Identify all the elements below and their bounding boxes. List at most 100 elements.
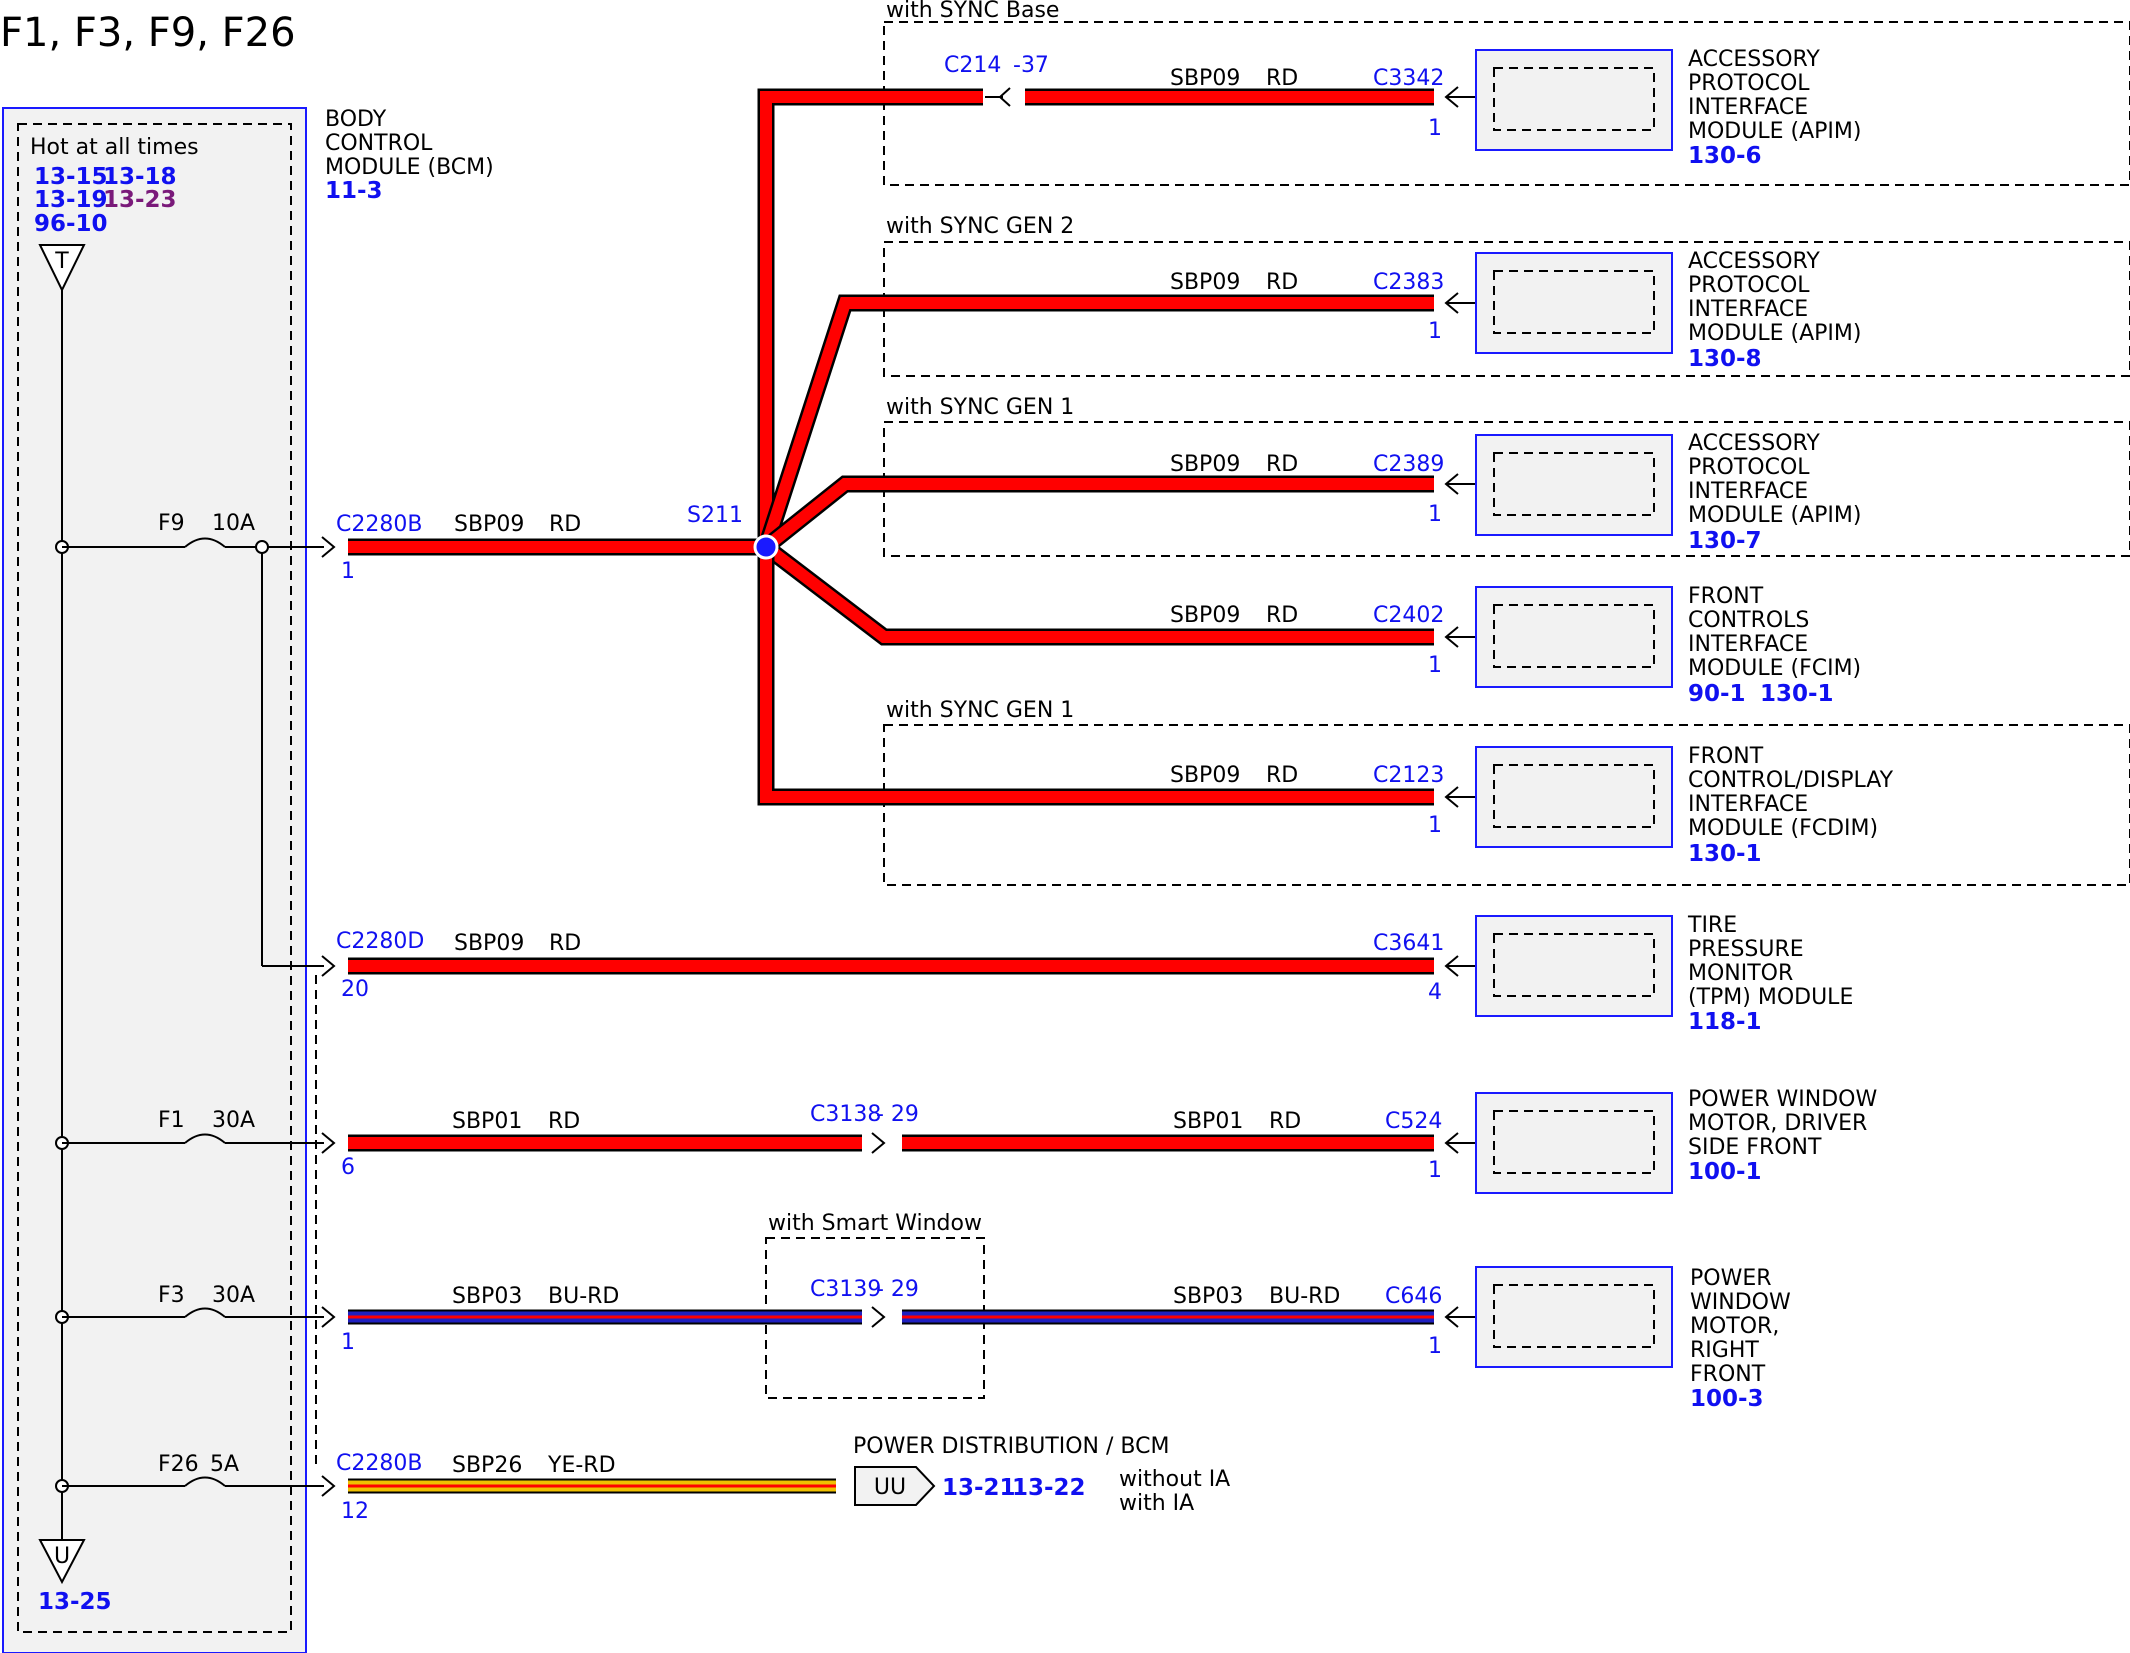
module-name-line: FRONT bbox=[1688, 744, 1764, 769]
connector-label[interactable]: C2402 bbox=[1373, 603, 1444, 628]
page-title: F1, F3, F9, F26 bbox=[0, 10, 296, 56]
module-box-fcim[interactable] bbox=[1475, 586, 1673, 688]
wire-color-label: RD bbox=[548, 1109, 580, 1134]
module-label-driver-window: POWER WINDOW MOTOR, DRIVER SIDE FRONT 10… bbox=[1688, 1087, 1877, 1185]
module-name-line: ACCESSORY bbox=[1688, 249, 1820, 274]
module-label-tpm: TIRE PRESSURE MONITOR (TPM) MODULE 118-1 bbox=[1687, 913, 1853, 1035]
module-box-fcdim[interactable] bbox=[1475, 746, 1673, 848]
module-name-line: MODULE (APIM) bbox=[1688, 503, 1861, 528]
splice-label[interactable]: S211 bbox=[687, 503, 743, 528]
circuit-label: SBP03 bbox=[452, 1284, 522, 1309]
wiring-diagram: F1, F3, F9, F26 Hot at all times 13-15 1… bbox=[0, 0, 2130, 1653]
wire-color-label: RD bbox=[1266, 66, 1298, 91]
module-page-ref[interactable]: 90-1 bbox=[1688, 681, 1746, 707]
inline-connector-label[interactable]: C214 bbox=[944, 53, 1001, 78]
bcm-ref-13-19[interactable]: 13-19 bbox=[34, 187, 108, 213]
pin-label: 1 bbox=[1428, 1334, 1442, 1359]
module-name-line: CONTROLS bbox=[1688, 608, 1809, 633]
fuse-name: F9 bbox=[158, 511, 185, 536]
module-page-ref[interactable]: 100-3 bbox=[1690, 1386, 1764, 1412]
module-label-apim-130-7: ACCESSORY PROTOCOL INTERFACE MODULE (API… bbox=[1688, 431, 1861, 554]
module-name-line: PROTOCOL bbox=[1688, 71, 1810, 96]
option-label-smart-window: with Smart Window bbox=[768, 1211, 982, 1236]
connector-label[interactable]: C646 bbox=[1385, 1284, 1442, 1309]
connector-label[interactable]: C2389 bbox=[1373, 452, 1444, 477]
wire-color-label: RD bbox=[1266, 452, 1298, 477]
bcm-pin-label: 12 bbox=[341, 1499, 369, 1524]
connector-label[interactable]: C3342 bbox=[1373, 66, 1444, 91]
module-box-driver-window[interactable] bbox=[1475, 1092, 1673, 1194]
destination-ref-13-22[interactable]: 13-22 bbox=[1012, 1475, 1086, 1501]
module-page-ref[interactable]: 100-1 bbox=[1688, 1159, 1762, 1185]
module-name-line: RIGHT bbox=[1690, 1338, 1759, 1363]
pin-label: 1 bbox=[1428, 116, 1442, 141]
bcm-ref-96-10[interactable]: 96-10 bbox=[34, 211, 108, 237]
bcm-connector-label[interactable]: C2280B bbox=[336, 1451, 422, 1476]
module-name-line: INTERFACE bbox=[1688, 479, 1808, 504]
bcm-connector-label[interactable]: C2280D bbox=[336, 929, 424, 954]
option-label-sync-base: with SYNC Base bbox=[886, 0, 1059, 23]
connector-label[interactable]: C2383 bbox=[1373, 270, 1444, 295]
module-name-line: MODULE (APIM) bbox=[1688, 119, 1861, 144]
bcm-connector-label[interactable]: C2280B bbox=[336, 512, 422, 537]
destination-note: with IA bbox=[1119, 1491, 1194, 1516]
splice-tree-wires bbox=[348, 88, 1434, 806]
pin-label: 1 bbox=[1428, 319, 1442, 344]
inline-connector-label[interactable]: C3138 bbox=[810, 1102, 881, 1127]
module-name-line: MOTOR, bbox=[1690, 1314, 1779, 1339]
module-box-right-window[interactable] bbox=[1475, 1266, 1673, 1368]
module-label-right-window: POWER WINDOW MOTOR, RIGHT FRONT 100-3 bbox=[1690, 1266, 1791, 1412]
module-label-apim-130-6: ACCESSORY PROTOCOL INTERFACE MODULE (API… bbox=[1688, 47, 1861, 169]
module-name-line: SIDE FRONT bbox=[1688, 1135, 1822, 1160]
wire-color-label: RD bbox=[1266, 270, 1298, 295]
module-name-line: ACCESSORY bbox=[1688, 431, 1820, 456]
top-terminal-label: T bbox=[54, 249, 69, 274]
wire-color-label: BU-RD bbox=[548, 1284, 619, 1309]
wire-color-label: RD bbox=[549, 931, 581, 956]
bcm-page-ref[interactable]: 11-3 bbox=[325, 178, 383, 204]
connector-label[interactable]: C2123 bbox=[1373, 763, 1444, 788]
wire-color-label: RD bbox=[1266, 603, 1298, 628]
inline-connector-label[interactable]: C3139 bbox=[810, 1277, 881, 1302]
module-name-line: TIRE bbox=[1687, 913, 1737, 938]
module-box-apim-130-8[interactable] bbox=[1475, 252, 1673, 354]
module-name-line: PRESSURE bbox=[1688, 937, 1804, 962]
bcm-bottom-ref[interactable]: 13-25 bbox=[38, 1589, 112, 1615]
pin-label: 1 bbox=[1428, 502, 1442, 527]
module-name-line: WINDOW bbox=[1690, 1290, 1791, 1315]
module-name-line: (TPM) MODULE bbox=[1688, 985, 1853, 1010]
destination-ref-13-21[interactable]: 13-21 bbox=[942, 1475, 1016, 1501]
module-name-line: INTERFACE bbox=[1688, 95, 1808, 120]
circuit-label: SBP09 bbox=[454, 512, 524, 537]
module-box-apim-130-6[interactable] bbox=[1475, 49, 1673, 151]
inline-pin-label: - 29 bbox=[876, 1277, 919, 1302]
hot-at-all-times-label: Hot at all times bbox=[30, 135, 199, 160]
module-page-ref[interactable]: 130-6 bbox=[1688, 143, 1762, 169]
connector-label[interactable]: C3641 bbox=[1373, 931, 1444, 956]
module-page-ref[interactable]: 118-1 bbox=[1688, 1009, 1762, 1035]
circuit-label: SBP26 bbox=[452, 1453, 522, 1478]
module-label-fcim: FRONT CONTROLS INTERFACE MODULE (FCIM) 9… bbox=[1688, 584, 1861, 707]
wire-color-label: RD bbox=[1266, 763, 1298, 788]
inline-connector-c3139-icon bbox=[871, 1306, 886, 1328]
module-label-fcdim: FRONT CONTROL/DISPLAY INTERFACE MODULE (… bbox=[1688, 744, 1894, 867]
module-name-line: INTERFACE bbox=[1688, 297, 1808, 322]
option-label-sync-gen2: with SYNC GEN 2 bbox=[886, 214, 1074, 239]
bcm-module-box bbox=[2, 107, 307, 1653]
module-page-ref[interactable]: 130-1 bbox=[1688, 841, 1762, 867]
module-box-apim-130-7[interactable] bbox=[1475, 434, 1673, 536]
splice-s211-icon[interactable] bbox=[753, 534, 779, 560]
module-connector-arrows bbox=[1444, 86, 1476, 1328]
wire-color-label: BU-RD bbox=[1269, 1284, 1340, 1309]
module-page-ref[interactable]: 130-1 bbox=[1760, 681, 1834, 707]
module-page-ref[interactable]: 130-8 bbox=[1688, 346, 1762, 372]
module-page-ref[interactable]: 130-7 bbox=[1688, 528, 1762, 554]
module-name-line: MODULE (APIM) bbox=[1688, 321, 1861, 346]
circuit-label: SBP09 bbox=[1170, 452, 1240, 477]
circuit-label: SBP09 bbox=[1170, 603, 1240, 628]
bcm-pin-label: 20 bbox=[341, 977, 369, 1002]
fuse-name: F1 bbox=[158, 1108, 185, 1133]
connector-label[interactable]: C524 bbox=[1385, 1109, 1442, 1134]
module-box-tpm[interactable] bbox=[1475, 915, 1673, 1017]
bcm-ref-13-23[interactable]: 13-23 bbox=[103, 187, 177, 213]
